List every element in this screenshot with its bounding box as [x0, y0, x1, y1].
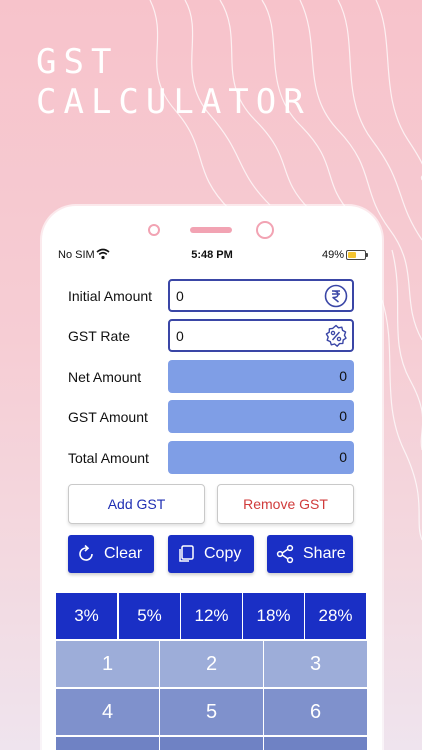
net-amount-value: 0	[339, 368, 347, 384]
gst-amount-output: 0	[168, 400, 354, 433]
percent-badge-icon[interactable]	[324, 324, 348, 348]
phone-notch	[42, 220, 382, 240]
key-3[interactable]: 3	[264, 641, 367, 687]
initial-amount-input[interactable]: 0	[168, 279, 354, 312]
rate-3-button[interactable]: 3%	[56, 593, 117, 639]
share-icon	[276, 544, 294, 564]
clear-button[interactable]: Clear	[68, 535, 154, 573]
share-label: Share	[303, 545, 346, 562]
clear-label: Clear	[104, 545, 143, 562]
gst-rate-label: GST Rate	[68, 328, 130, 344]
initial-amount-label: Initial Amount	[68, 288, 153, 304]
rate-12-button[interactable]: 12%	[181, 593, 242, 639]
share-button[interactable]: Share	[267, 535, 353, 573]
key-2[interactable]: 2	[160, 641, 263, 687]
key-4[interactable]: 4	[56, 689, 159, 735]
key-row-partial[interactable]	[160, 737, 263, 750]
key-5[interactable]: 5	[160, 689, 263, 735]
battery-percent: 49%	[321, 249, 344, 261]
rupee-icon[interactable]	[324, 284, 348, 308]
refresh-icon	[79, 544, 93, 561]
gst-rate-value: 0	[176, 328, 184, 344]
headline-line-1: GST	[36, 42, 119, 82]
gst-amount-label: GST Amount	[68, 409, 148, 425]
total-amount-row: Total Amount 0	[68, 441, 358, 475]
initial-amount-value: 0	[176, 288, 184, 304]
gst-amount-row: GST Amount 0	[68, 400, 358, 434]
front-camera	[256, 221, 274, 239]
rate-18-button[interactable]: 18%	[243, 593, 304, 639]
key-row-partial[interactable]	[56, 737, 159, 750]
remove-gst-button[interactable]: Remove GST	[217, 484, 354, 524]
net-amount-row: Net Amount 0	[68, 360, 358, 394]
sensor-dot	[148, 224, 160, 236]
net-amount-label: Net Amount	[68, 369, 142, 385]
speaker-grille	[190, 227, 232, 233]
rate-5-button[interactable]: 5%	[119, 593, 180, 639]
total-amount-output: 0	[168, 441, 354, 474]
net-amount-output: 0	[168, 360, 354, 393]
copy-button[interactable]: Copy	[168, 535, 254, 573]
total-amount-value: 0	[339, 449, 347, 465]
copy-label: Copy	[204, 545, 242, 562]
battery-icon	[346, 250, 368, 260]
key-row-partial[interactable]	[264, 737, 367, 750]
gst-rate-input[interactable]: 0	[168, 319, 354, 352]
initial-amount-row: Initial Amount 0	[68, 279, 358, 313]
app-headline: GST CALCULATOR	[36, 42, 311, 122]
status-bar: No SIM 5:48 PM 49%	[42, 248, 382, 264]
key-6[interactable]: 6	[264, 689, 367, 735]
add-gst-button[interactable]: Add GST	[68, 484, 205, 524]
copy-icon	[179, 545, 194, 562]
gst-rate-row: GST Rate 0	[68, 319, 358, 353]
total-amount-label: Total Amount	[68, 450, 149, 466]
headline-line-2: CALCULATOR	[36, 82, 311, 122]
rate-28-button[interactable]: 28%	[305, 593, 366, 639]
gst-amount-value: 0	[339, 408, 347, 424]
key-1[interactable]: 1	[56, 641, 159, 687]
battery-fill	[348, 252, 356, 258]
